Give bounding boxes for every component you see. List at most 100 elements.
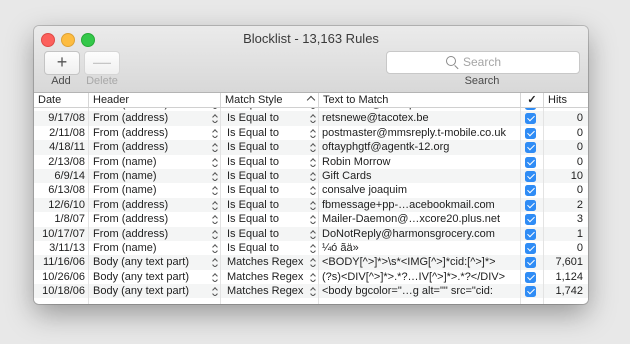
table-row[interactable]: 12/6/10 From (address) Is Equal to fbmessag… (34, 197, 588, 213)
table-row[interactable]: 10/18/06 Body (any text part) Matches Rege… (34, 284, 588, 299)
match-style-popup-chevron-icon[interactable] (310, 258, 316, 267)
rule-date: 1/8/07 (54, 213, 85, 226)
rule-date: 10/17/07 (42, 227, 85, 240)
rule-match-style: Is Equal to (227, 227, 279, 240)
table-row[interactable]: 1/8/07 From (address) Is Equal to Mailer-Da… (34, 212, 588, 226)
rule-header-field: From (address) (93, 198, 169, 211)
match-style-popup-chevron-icon[interactable] (310, 158, 316, 167)
column-hits[interactable]: Hits (544, 93, 588, 107)
rule-text-to-match: Gift Cards (322, 169, 372, 182)
header-popup-chevron-icon[interactable] (212, 287, 218, 296)
match-style-popup-chevron-icon[interactable] (310, 230, 316, 239)
table-row[interactable]: 2/11/08 From (address) Is Equal to postmast… (34, 126, 588, 140)
search-label: Search (464, 75, 500, 87)
column-header[interactable]: Header (89, 93, 221, 107)
search-field[interactable] (386, 51, 580, 74)
rule-enabled-checkbox[interactable] (525, 271, 536, 283)
rule-enabled-checkbox[interactable] (525, 170, 536, 182)
match-style-popup-chevron-icon[interactable] (310, 287, 316, 296)
rule-enabled-checkbox[interactable] (525, 156, 536, 168)
table-body: 4/22/06From (address)Is Equal tobrianmar… (34, 97, 588, 299)
match-style-popup-chevron-icon[interactable] (310, 215, 316, 224)
rule-enabled-checkbox[interactable] (525, 199, 536, 211)
column-match-style[interactable]: Match Style (221, 93, 319, 107)
match-style-popup-chevron-icon[interactable] (310, 273, 316, 282)
rule-date: 6/13/08 (48, 184, 85, 197)
rule-match-style: Is Equal to (227, 112, 279, 125)
rule-enabled-checkbox[interactable] (525, 228, 536, 240)
rule-header-field: From (address) (93, 227, 169, 240)
rule-enabled-checkbox[interactable] (525, 286, 536, 298)
search-icon (446, 56, 456, 66)
table-row[interactable]: 6/13/08 From (name) Is Equal to consalve jo… (34, 183, 588, 197)
column-date[interactable]: Date (34, 93, 89, 107)
rule-enabled-checkbox[interactable] (525, 214, 536, 226)
search-input[interactable] (463, 52, 573, 71)
table-row[interactable]: 4/18/11 From (address) Is Equal to oftayphg… (34, 140, 588, 155)
table-row[interactable]: 6/9/14 From (name) Is Equal to Gift Cards 10 (34, 168, 588, 184)
match-style-popup-chevron-icon[interactable] (310, 114, 316, 123)
rule-enabled-checkbox[interactable] (525, 113, 536, 125)
rule-text-to-match: <BODY[^>]*>\s*<IMG[^>]*cid:[^>]*> (322, 256, 496, 269)
rule-date: 11/16/06 (42, 256, 85, 269)
column-text-to-match[interactable]: Text to Match (319, 93, 521, 107)
rule-header-field: From (name) (93, 184, 157, 197)
add-rule-button[interactable]: + (44, 51, 80, 75)
table-row[interactable]: 9/17/08 From (address) Is Equal to retsnewe… (34, 111, 588, 126)
header-popup-chevron-icon[interactable] (212, 129, 218, 138)
blocklist-window: Blocklist - 13,163 Rules + Add — Delete … (34, 26, 588, 304)
table-row[interactable]: 10/26/06 Body (any text part) Matches Rege… (34, 270, 588, 284)
rule-match-style: Is Equal to (227, 141, 279, 154)
header-popup-chevron-icon[interactable] (212, 186, 218, 195)
rule-match-style: Is Equal to (227, 198, 279, 211)
rule-match-style: Is Equal to (227, 155, 279, 168)
rule-hits: 1,742 (555, 285, 583, 298)
header-popup-chevron-icon[interactable] (212, 201, 218, 210)
table-row[interactable]: 10/17/07 From (address) Is Equal to DoNotRe… (34, 226, 588, 241)
header-popup-chevron-icon[interactable] (212, 230, 218, 239)
header-popup-chevron-icon[interactable] (212, 258, 218, 267)
rule-enabled-checkbox[interactable] (525, 127, 536, 139)
match-style-popup-chevron-icon[interactable] (310, 201, 316, 210)
rule-enabled-checkbox[interactable] (525, 257, 536, 269)
header-popup-chevron-icon[interactable] (212, 143, 218, 152)
header-popup-chevron-icon[interactable] (212, 114, 218, 123)
rule-text-to-match: <body bgcolor="…g alt="" src="cid: (322, 285, 493, 298)
rule-enabled-checkbox[interactable] (525, 185, 536, 197)
rule-date: 2/13/08 (48, 155, 85, 168)
rule-date: 4/18/11 (49, 141, 85, 154)
rule-text-to-match: Mailer-Daemon@…xcore20.plus.net (322, 213, 501, 226)
match-style-popup-chevron-icon[interactable] (310, 244, 316, 253)
table-row[interactable]: 11/16/06 Body (any text part) Matches Rege… (34, 255, 588, 270)
rule-text-to-match: postmaster@mmsreply.t-mobile.co.uk (322, 126, 506, 139)
rule-enabled-checkbox[interactable] (525, 242, 536, 254)
table-row[interactable]: 2/13/08 From (name) Is Equal to Robin Morro… (34, 155, 588, 169)
rule-hits: 0 (576, 112, 583, 125)
rule-enabled-checkbox[interactable] (525, 142, 536, 154)
match-style-popup-chevron-icon[interactable] (310, 129, 316, 138)
rule-match-style: Is Equal to (227, 241, 279, 254)
header-popup-chevron-icon[interactable] (212, 244, 218, 253)
match-style-popup-chevron-icon[interactable] (310, 186, 316, 195)
header-popup-chevron-icon[interactable] (212, 273, 218, 282)
header-popup-chevron-icon[interactable] (212, 172, 218, 181)
rule-text-to-match: DoNotReply@harmonsgrocery.com (322, 227, 495, 240)
rule-header-field: From (address) (93, 213, 169, 226)
minus-icon: — (93, 52, 111, 72)
header-popup-chevron-icon[interactable] (212, 158, 218, 167)
rule-match-style: Is Equal to (227, 184, 279, 197)
rule-date: 12/6/10 (48, 198, 85, 211)
rule-date: 10/18/06 (42, 285, 85, 298)
column-enabled[interactable]: ✓ (521, 93, 544, 107)
column-divider (520, 107, 521, 304)
header-popup-chevron-icon[interactable] (212, 215, 218, 224)
match-style-popup-chevron-icon[interactable] (310, 143, 316, 152)
table-header: Date Header Match Style Text to Match ✓ … (34, 93, 588, 108)
rule-match-style: Is Equal to (227, 213, 279, 226)
rule-header-field: From (address) (93, 112, 169, 125)
table-row[interactable]: 3/11/13 From (name) Is Equal to ¼ó ãä» 0 (34, 241, 588, 255)
delete-label: Delete (86, 75, 118, 87)
match-style-popup-chevron-icon[interactable] (310, 172, 316, 181)
rule-text-to-match: (?s)<DIV[^>]*>.*?…IV[^>]*>.*?</DIV> (322, 270, 506, 283)
delete-rule-button[interactable]: — (84, 51, 120, 75)
